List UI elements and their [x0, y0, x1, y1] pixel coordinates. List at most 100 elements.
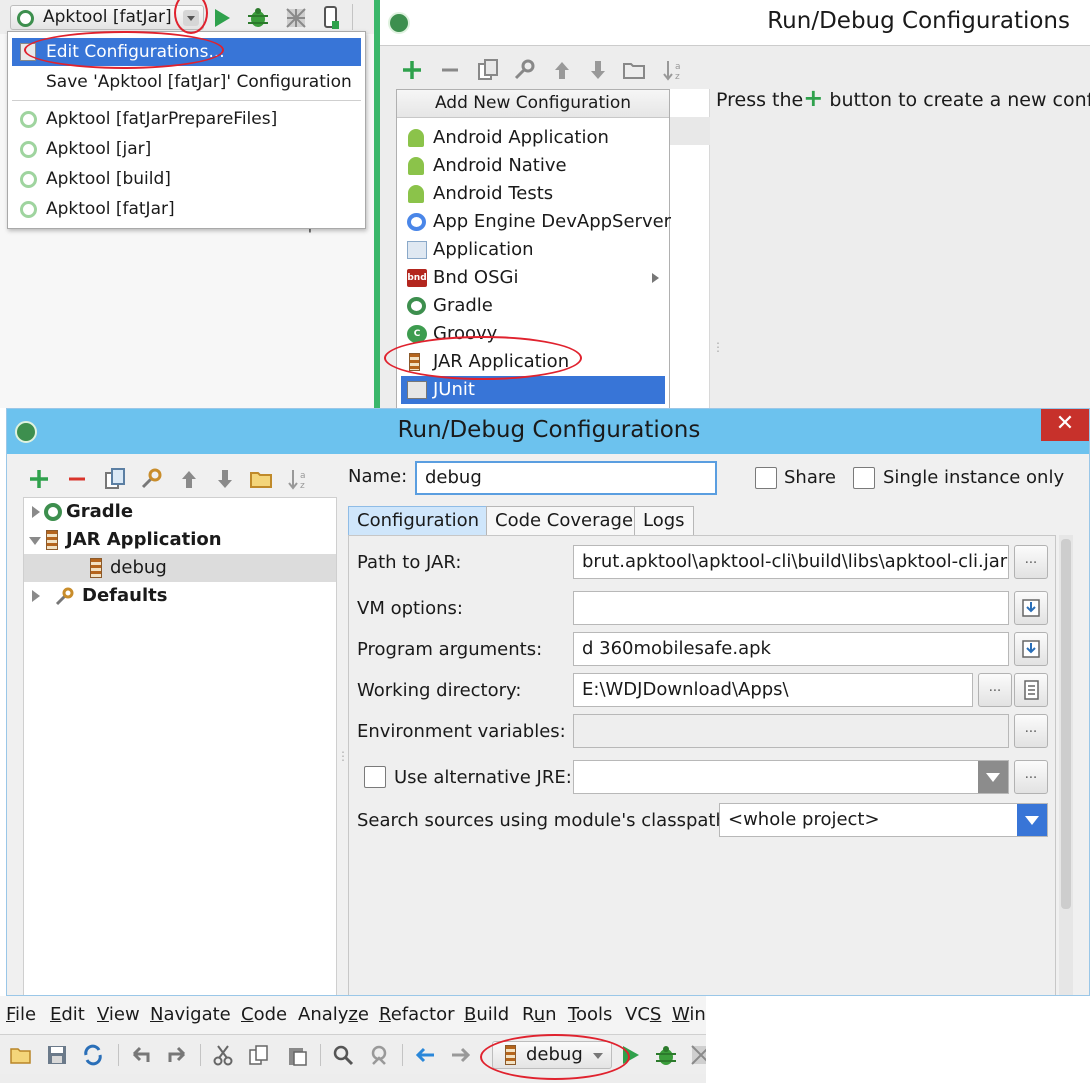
- menu-window[interactable]: Win: [672, 1004, 706, 1025]
- folder-icon[interactable]: [622, 58, 646, 82]
- paste-icon[interactable]: [286, 1044, 308, 1066]
- config-type-item[interactable]: JAR Application: [401, 348, 665, 376]
- macro-button[interactable]: [1014, 673, 1048, 707]
- chevron-down-icon[interactable]: [1017, 804, 1047, 836]
- scrollbar[interactable]: [1059, 535, 1073, 995]
- chevron-down-icon[interactable]: [183, 10, 199, 26]
- menu-analyze[interactable]: Analyze: [298, 1004, 369, 1025]
- sort-icon[interactable]: az: [287, 467, 311, 491]
- menu-item-config[interactable]: Apktool [jar]: [12, 135, 361, 163]
- run-config-combo[interactable]: debug: [492, 1041, 612, 1069]
- forward-icon[interactable]: [450, 1044, 472, 1066]
- menu-vcs[interactable]: VCS: [625, 1004, 661, 1025]
- open-folder-icon[interactable]: [10, 1044, 32, 1066]
- coverage-icon[interactable]: [284, 6, 308, 30]
- menu-item-config[interactable]: Apktool [fatJarPrepareFiles]: [12, 105, 361, 133]
- coverage-icon[interactable]: [690, 1044, 706, 1066]
- run-icon[interactable]: [620, 1044, 642, 1066]
- menu-file[interactable]: File: [6, 1004, 36, 1025]
- save-icon[interactable]: [46, 1044, 68, 1066]
- working-directory-field[interactable]: E:\WDJDownload\Apps\: [573, 673, 973, 707]
- config-type-item[interactable]: Android Tests: [401, 180, 665, 208]
- menu-item-edit-configurations[interactable]: Edit Configurations...: [12, 38, 361, 66]
- menu-item-config[interactable]: Apktool [build]: [12, 165, 361, 193]
- environment-variables-field[interactable]: [573, 714, 1009, 748]
- copy-icon[interactable]: [103, 467, 127, 491]
- browse-button[interactable]: ...: [1014, 714, 1048, 748]
- remove-icon[interactable]: [65, 467, 89, 491]
- browse-button[interactable]: ...: [1014, 545, 1048, 579]
- menu-edit[interactable]: Edit: [50, 1004, 85, 1025]
- browse-button[interactable]: ...: [1014, 760, 1048, 794]
- expand-icon[interactable]: [32, 590, 40, 602]
- folder-icon[interactable]: [249, 467, 273, 491]
- menu-build[interactable]: Build: [464, 1004, 509, 1025]
- run-icon[interactable]: [212, 7, 232, 29]
- config-type-item[interactable]: Application: [401, 236, 665, 264]
- copy-icon[interactable]: [248, 1044, 270, 1066]
- run-config-combo[interactable]: Apktool [fatJar]: [10, 5, 204, 30]
- menu-navigate[interactable]: Navigate: [150, 1004, 231, 1025]
- config-type-item[interactable]: C Groovy: [401, 320, 665, 348]
- config-type-item[interactable]: Android Application: [401, 124, 665, 152]
- device-icon[interactable]: [322, 5, 340, 31]
- back-icon[interactable]: [414, 1044, 436, 1066]
- move-up-icon[interactable]: [550, 58, 574, 82]
- single-instance-checkbox[interactable]: [853, 467, 875, 489]
- debug-icon[interactable]: [654, 1044, 676, 1066]
- chevron-down-icon[interactable]: [978, 761, 1008, 793]
- add-icon[interactable]: [27, 467, 51, 491]
- move-up-icon[interactable]: [177, 467, 201, 491]
- tree-node-debug[interactable]: debug: [24, 554, 336, 582]
- move-down-icon[interactable]: [586, 58, 610, 82]
- tree-node-jar-application[interactable]: JAR Application: [24, 526, 336, 554]
- copy-icon[interactable]: [476, 58, 500, 82]
- config-type-item[interactable]: bnd Bnd OSGi: [401, 264, 665, 292]
- wrench-icon[interactable]: [139, 467, 163, 491]
- expand-icon[interactable]: [32, 506, 40, 518]
- menu-refactor[interactable]: Refactor: [379, 1004, 455, 1025]
- cut-icon[interactable]: [212, 1044, 234, 1066]
- tab-logs[interactable]: Logs: [634, 506, 694, 536]
- config-type-item[interactable]: App Engine DevAppServer: [401, 208, 671, 236]
- module-classpath-combo[interactable]: <whole project>: [719, 803, 1048, 837]
- menu-code[interactable]: Code: [241, 1004, 287, 1025]
- share-checkbox[interactable]: [755, 467, 777, 489]
- tab-configuration[interactable]: Configuration: [348, 506, 489, 536]
- splitter-grip-icon[interactable]: ⋮: [337, 749, 349, 763]
- close-button[interactable]: ✕: [1041, 409, 1089, 441]
- collapse-icon[interactable]: [29, 537, 41, 545]
- tree-node-gradle[interactable]: Gradle: [24, 498, 336, 526]
- expand-field-button[interactable]: [1014, 591, 1048, 625]
- vm-options-field[interactable]: [573, 591, 1009, 625]
- use-alternative-jre-checkbox[interactable]: [364, 766, 386, 788]
- config-type-item[interactable]: JUnit: [401, 376, 665, 404]
- expand-field-button[interactable]: [1014, 632, 1048, 666]
- sync-icon[interactable]: [82, 1044, 104, 1066]
- undo-icon[interactable]: [130, 1044, 152, 1066]
- tree-node-defaults[interactable]: Defaults: [24, 582, 336, 610]
- search-icon[interactable]: [332, 1044, 354, 1066]
- path-to-jar-field[interactable]: brut.apktool\apktool-cli\build\libs\apkt…: [573, 545, 1009, 579]
- program-arguments-field[interactable]: d 360mobilesafe.apk: [573, 632, 1009, 666]
- debug-icon[interactable]: [246, 6, 270, 30]
- menu-run[interactable]: Run: [522, 1004, 557, 1025]
- add-icon[interactable]: [400, 58, 424, 82]
- replace-icon[interactable]: [368, 1044, 390, 1066]
- config-type-item[interactable]: Gradle: [401, 292, 665, 320]
- menu-tools[interactable]: Tools: [568, 1004, 612, 1025]
- tab-code-coverage[interactable]: Code Coverage: [486, 506, 643, 536]
- splitter-grip-icon[interactable]: ⋮: [712, 340, 724, 354]
- menu-view[interactable]: View: [97, 1004, 140, 1025]
- menu-item-config[interactable]: Apktool [fatJar]: [12, 195, 361, 223]
- config-type-item[interactable]: Android Native: [401, 152, 665, 180]
- redo-icon[interactable]: [166, 1044, 188, 1066]
- chevron-down-icon[interactable]: [593, 1053, 603, 1059]
- scrollbar-thumb[interactable]: [1061, 539, 1071, 909]
- sort-icon[interactable]: az: [662, 58, 686, 82]
- remove-icon[interactable]: [438, 58, 462, 82]
- name-field[interactable]: debug: [415, 461, 717, 495]
- browse-button[interactable]: ...: [978, 673, 1012, 707]
- menu-item-save-configuration[interactable]: Save 'Apktool [fatJar]' Configuration: [12, 68, 361, 96]
- wrench-icon[interactable]: [512, 58, 536, 82]
